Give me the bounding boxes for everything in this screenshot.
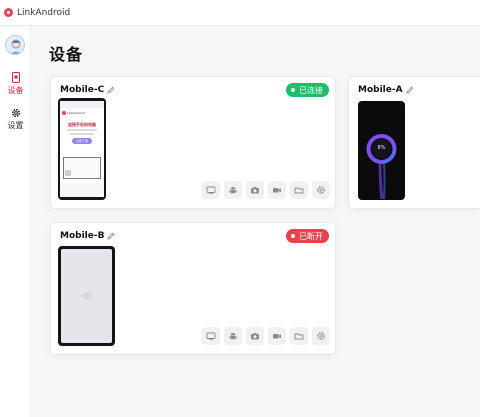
device-settings-button[interactable] [312,327,330,345]
screen-download-button: 立即下载 [72,138,92,144]
device-screen-preview[interactable] [58,246,115,346]
avatar-icon [10,39,22,54]
edit-name-icon[interactable] [107,232,115,240]
device-card-mobile-b[interactable]: Mobile-B 已断开 [50,222,336,355]
screen-app-header: LinkAndroid [62,111,85,115]
sidebar-item-devices[interactable]: 设备 [0,72,31,96]
device-name-text: Mobile-C [60,85,105,95]
camera-icon [251,187,259,194]
screen-app-logo-icon [62,111,66,115]
screen-record-button[interactable] [268,327,286,345]
edit-name-icon[interactable] [107,86,115,94]
screen-download-label: 立即下载 [75,139,88,143]
status-text: 已连接 [299,85,323,95]
settings-icon [317,186,325,194]
file-manager-button[interactable] [290,181,308,199]
android-button[interactable] [224,181,242,199]
android-icon [229,333,237,340]
screen-text-line [70,133,94,135]
device-screen-preview[interactable]: 8% [358,101,405,200]
device-toolbar [202,181,330,199]
device-name: Mobile-B [60,231,115,241]
folder-icon [294,187,304,194]
screen-headline: 连接手机和电脑 [68,122,96,127]
eye-icon [80,293,93,299]
screen-footer [60,183,104,197]
screen-app-name: LinkAndroid [67,111,85,115]
sidebar-item-label: 设置 [7,121,24,130]
gear-icon [11,108,20,118]
android-icon [229,187,237,194]
app-title: LinkAndroid [17,7,71,18]
device-name-text: Mobile-A [358,85,403,95]
status-badge: 已连接 [286,83,329,97]
screen-mirror-icon [206,186,216,195]
page-title: 设备 [49,45,84,64]
device-name: Mobile-A [358,85,414,95]
video-record-icon [273,188,281,193]
avatar[interactable] [5,35,25,55]
screen-status-bar [60,101,104,108]
device-toolbar [202,327,330,345]
device-name: Mobile-C [60,85,115,95]
screen-mirror-icon [206,332,216,341]
device-name-text: Mobile-B [60,231,105,241]
status-badge: 已断开 [286,229,329,243]
screen-placeholder [61,249,112,343]
video-record-icon [273,334,281,339]
screenshot-button[interactable] [246,181,264,199]
screen-mirror-button[interactable] [202,327,220,345]
sidebar-item-label: 设备 [7,86,24,95]
title-bar: LinkAndroid [0,0,480,26]
edit-name-icon[interactable] [406,86,414,94]
status-dot-icon [291,234,295,238]
sidebar: 设备 设置 [0,26,31,417]
status-text: 已断开 [299,231,323,241]
screen-image [63,157,101,179]
screen-content: LinkAndroid 连接手机和电脑 立即下载 [60,101,104,197]
device-card-mobile-c[interactable]: Mobile-C 已连接 LinkAndroid 连接手机和电脑 立即下载 [50,76,336,209]
android-button[interactable] [224,327,242,345]
status-dot-icon [291,88,295,92]
device-screen-preview[interactable]: LinkAndroid 连接手机和电脑 立即下载 [58,98,106,200]
device-card-mobile-a[interactable]: Mobile-A 8% [348,76,480,209]
screen-text-line [67,129,97,131]
settings-icon [317,332,325,340]
sidebar-item-settings[interactable]: 设置 [0,108,31,131]
battery-level-text: 8% [377,145,386,151]
camera-icon [251,333,259,340]
app-logo-icon [4,8,13,17]
device-settings-button[interactable] [312,181,330,199]
screen-mirror-button[interactable] [202,181,220,199]
screenshot-button[interactable] [246,327,264,345]
screen-record-button[interactable] [268,181,286,199]
file-manager-button[interactable] [290,327,308,345]
folder-icon [294,333,304,340]
device-icon [11,72,20,83]
